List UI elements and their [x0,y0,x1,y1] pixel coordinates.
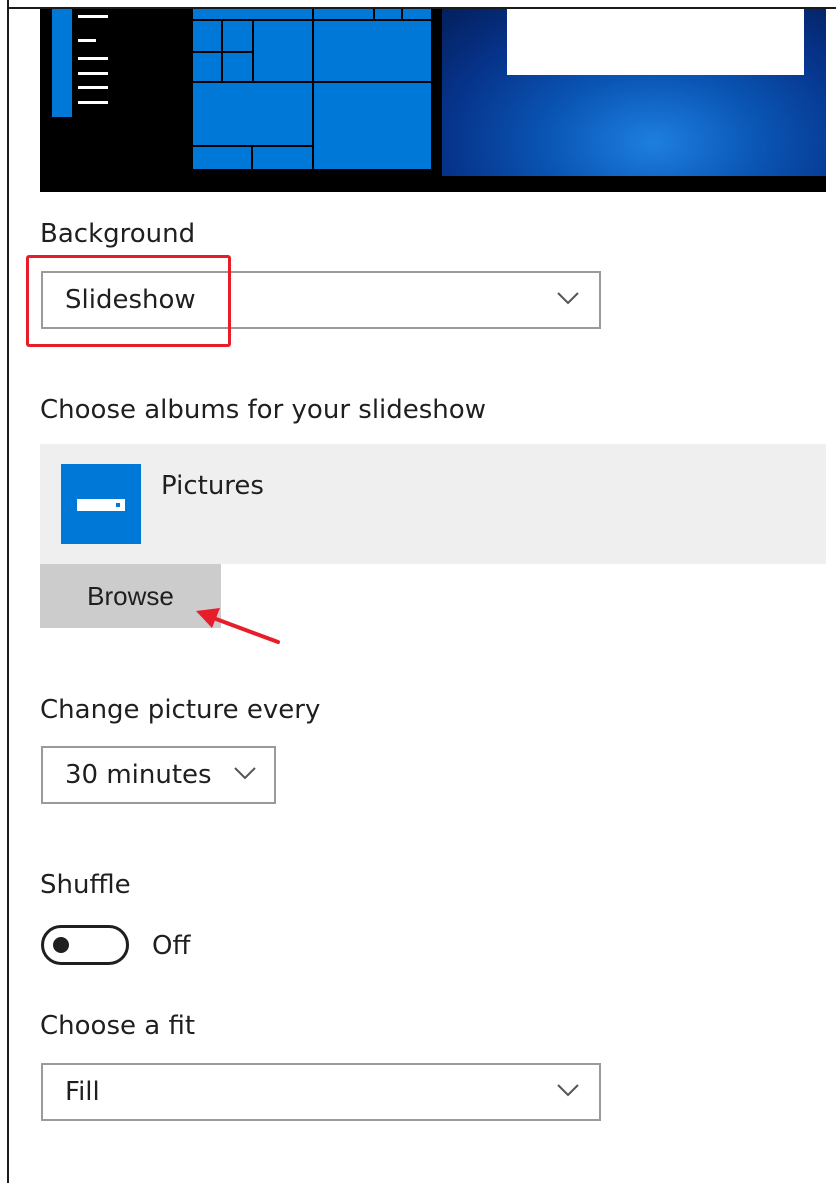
interval-dropdown[interactable]: 30 minutes [41,746,276,804]
preview-menu-line [78,39,96,42]
preview-tile [375,9,401,19]
desktop-preview [40,9,826,192]
preview-tile [193,83,312,145]
preview-tile [193,9,312,19]
preview-tile [193,147,251,169]
folder-icon [61,464,141,544]
albums-label: Choose albums for your slideshow [40,395,486,425]
preview-menu-line [78,86,108,89]
window-border-left [7,0,9,1183]
preview-tile [314,9,373,19]
chevron-down-icon [557,292,579,305]
album-list-item[interactable]: Pictures [40,444,826,564]
preview-tile [314,21,431,81]
toggle-knob [53,937,69,953]
background-label: Background [40,219,196,249]
shuffle-state-text: Off [152,931,191,961]
preview-tile [403,9,431,19]
preview-menu-line [78,15,108,18]
preview-start-icons [52,9,72,117]
interval-dropdown-value: 30 minutes [65,760,212,790]
preview-menu-line [78,101,108,104]
preview-tile [223,21,252,51]
preview-tile [254,21,312,81]
annotation-highlight-box [26,255,231,347]
preview-tile [193,21,221,51]
preview-menu-line [78,72,108,75]
fit-dropdown[interactable]: Fill [41,1063,601,1121]
preview-tile [314,83,431,169]
preview-tile [253,147,312,169]
interval-label: Change picture every [40,695,321,725]
preview-tile [193,53,221,81]
preview-menu-line [78,57,108,60]
chevron-down-icon [234,767,256,780]
fit-dropdown-value: Fill [65,1077,100,1107]
preview-tile [223,53,252,81]
fit-label: Choose a fit [40,1011,196,1041]
preview-window [507,9,804,75]
chevron-down-icon [557,1084,579,1097]
shuffle-label: Shuffle [40,870,131,900]
album-name: Pictures [161,471,264,501]
shuffle-toggle[interactable] [41,925,129,965]
arrow-icon [196,608,280,644]
folder-icon-dot [116,503,120,507]
